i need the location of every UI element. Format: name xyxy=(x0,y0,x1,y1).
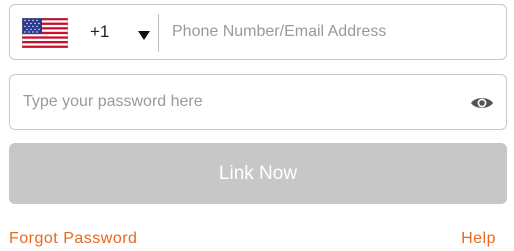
phone-email-field-row: +1 xyxy=(9,4,507,60)
us-flag-icon xyxy=(21,17,69,49)
field-divider xyxy=(158,14,159,52)
eye-icon-graphic xyxy=(471,98,493,108)
password-input[interactable] xyxy=(23,75,453,129)
password-field-row xyxy=(9,74,507,130)
country-selector[interactable] xyxy=(21,17,69,49)
phone-email-input[interactable] xyxy=(172,5,492,59)
link-now-button[interactable]: Link Now xyxy=(9,143,507,204)
help-link[interactable]: Help xyxy=(461,230,496,248)
eye-icon[interactable] xyxy=(470,95,494,111)
caret-down-icon[interactable] xyxy=(138,31,150,40)
login-link-form: +1 Link Now Forgot Password Help xyxy=(0,0,514,251)
forgot-password-link[interactable]: Forgot Password xyxy=(9,230,137,248)
country-code[interactable]: +1 xyxy=(90,5,109,59)
